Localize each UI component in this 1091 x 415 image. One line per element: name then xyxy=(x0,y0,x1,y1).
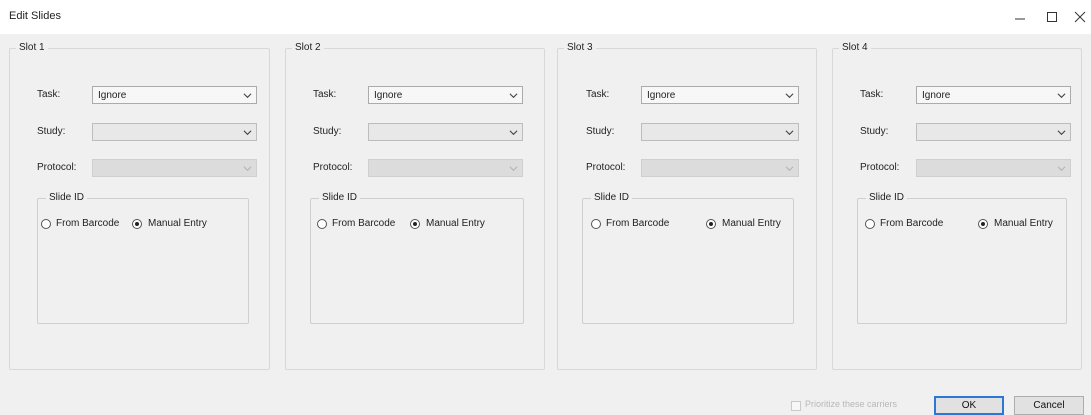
prioritize-label: Prioritize these carriers xyxy=(805,399,898,409)
protocol-dropdown xyxy=(916,159,1071,177)
slide-id-label: Slide ID xyxy=(866,192,908,203)
chevron-down-icon xyxy=(785,93,794,99)
manual-entry-label[interactable]: Manual Entry xyxy=(722,218,781,229)
manual-entry-label[interactable]: Manual Entry xyxy=(148,218,207,229)
chevron-down-icon xyxy=(509,166,518,172)
protocol-label: Protocol: xyxy=(586,162,626,173)
radio-selected-dot xyxy=(135,222,139,226)
task-value: Ignore xyxy=(98,90,127,101)
close-icon xyxy=(1074,11,1086,23)
title-bar: Edit Slides xyxy=(0,0,1091,34)
chevron-down-icon xyxy=(509,93,518,99)
chevron-down-icon xyxy=(1057,166,1066,172)
task-value: Ignore xyxy=(374,90,403,101)
from-barcode-label[interactable]: From Barcode xyxy=(880,218,943,229)
from-barcode-label[interactable]: From Barcode xyxy=(332,218,395,229)
from-barcode-label[interactable]: From Barcode xyxy=(56,218,119,229)
chevron-down-icon xyxy=(1057,93,1066,99)
maximize-button[interactable] xyxy=(1038,5,1066,29)
slide-id-label: Slide ID xyxy=(591,192,633,203)
task-label: Task: xyxy=(586,89,610,100)
chevron-down-icon xyxy=(785,166,794,172)
slide-id-groupbox: Slide ID From Barcode Manual Entry xyxy=(37,192,249,324)
radio-selected-dot xyxy=(981,222,985,226)
chevron-down-icon xyxy=(785,130,794,136)
slot-title: Slot 3 xyxy=(564,42,596,53)
from-barcode-radio[interactable] xyxy=(865,219,875,229)
study-dropdown[interactable] xyxy=(916,123,1071,141)
task-label: Task: xyxy=(313,89,337,100)
study-label: Study: xyxy=(313,126,342,137)
radio-selected-dot xyxy=(413,222,417,226)
cancel-button[interactable]: Cancel xyxy=(1014,396,1084,415)
slide-id-groupbox: Slide ID From Barcode Manual Entry xyxy=(582,192,794,324)
slot-4-groupbox: Slot 4 Task: Ignore Study: Protocol: Sli… xyxy=(832,42,1082,370)
manual-entry-label[interactable]: Manual Entry xyxy=(994,218,1053,229)
maximize-icon xyxy=(1047,12,1057,22)
chevron-down-icon xyxy=(1057,130,1066,136)
minimize-button[interactable] xyxy=(1006,5,1034,29)
task-value: Ignore xyxy=(647,90,676,101)
from-barcode-radio[interactable] xyxy=(41,219,51,229)
protocol-dropdown xyxy=(368,159,523,177)
radio-selected-dot xyxy=(709,222,713,226)
task-dropdown[interactable]: Ignore xyxy=(916,86,1071,104)
chevron-down-icon xyxy=(509,130,518,136)
task-dropdown[interactable]: Ignore xyxy=(92,86,257,104)
task-dropdown[interactable]: Ignore xyxy=(368,86,523,104)
from-barcode-radio[interactable] xyxy=(317,219,327,229)
slide-id-label: Slide ID xyxy=(319,192,361,203)
from-barcode-radio[interactable] xyxy=(591,219,601,229)
manual-entry-label[interactable]: Manual Entry xyxy=(426,218,485,229)
protocol-label: Protocol: xyxy=(860,162,900,173)
window-title: Edit Slides xyxy=(9,10,61,22)
protocol-dropdown xyxy=(92,159,257,177)
from-barcode-label[interactable]: From Barcode xyxy=(606,218,669,229)
close-button[interactable] xyxy=(1066,5,1091,29)
manual-entry-radio[interactable] xyxy=(132,219,142,229)
manual-entry-radio[interactable] xyxy=(706,219,716,229)
slot-3-groupbox: Slot 3 Task: Ignore Study: Protocol: Sli… xyxy=(557,42,817,370)
study-dropdown[interactable] xyxy=(368,123,523,141)
ok-button[interactable]: OK xyxy=(934,396,1004,415)
slide-id-groupbox: Slide ID From Barcode Manual Entry xyxy=(857,192,1067,324)
slide-id-label: Slide ID xyxy=(46,192,88,203)
study-label: Study: xyxy=(37,126,66,137)
protocol-label: Protocol: xyxy=(313,162,353,173)
chevron-down-icon xyxy=(243,93,252,99)
study-label: Study: xyxy=(586,126,615,137)
slot-2-groupbox: Slot 2 Task: Ignore Study: Protocol: Sli… xyxy=(285,42,545,370)
task-dropdown[interactable]: Ignore xyxy=(641,86,799,104)
slot-title: Slot 4 xyxy=(839,42,871,53)
study-label: Study: xyxy=(860,126,889,137)
slot-1-groupbox: Slot 1 Task: Ignore Study: Protocol: Sli… xyxy=(9,42,270,370)
minimize-icon xyxy=(1015,18,1025,20)
chevron-down-icon xyxy=(243,166,252,172)
protocol-label: Protocol: xyxy=(37,162,77,173)
task-value: Ignore xyxy=(922,90,951,101)
slide-id-groupbox: Slide ID From Barcode Manual Entry xyxy=(310,192,524,324)
manual-entry-radio[interactable] xyxy=(978,219,988,229)
study-dropdown[interactable] xyxy=(92,123,257,141)
task-label: Task: xyxy=(37,89,61,100)
manual-entry-radio[interactable] xyxy=(410,219,420,229)
slot-title: Slot 1 xyxy=(16,42,48,53)
study-dropdown[interactable] xyxy=(641,123,799,141)
protocol-dropdown xyxy=(641,159,799,177)
slot-title: Slot 2 xyxy=(292,42,324,53)
prioritize-checkbox xyxy=(791,401,801,411)
task-label: Task: xyxy=(860,89,884,100)
chevron-down-icon xyxy=(243,130,252,136)
